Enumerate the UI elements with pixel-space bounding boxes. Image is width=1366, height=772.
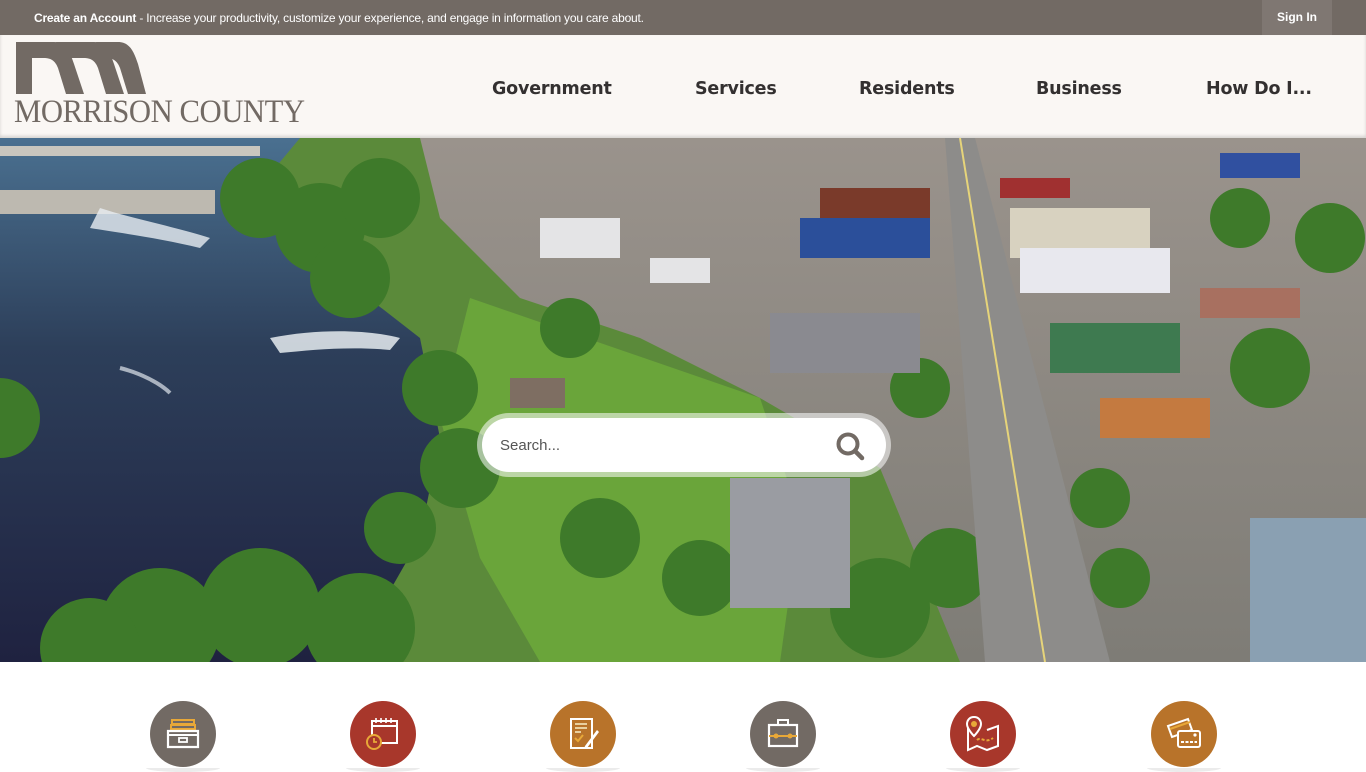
quick-link-records[interactable] — [146, 701, 220, 772]
quick-link-maps[interactable] — [946, 701, 1020, 772]
nav-how-do-i[interactable]: How Do I... — [1206, 79, 1312, 99]
main-navigation: Government Services Residents Business H… — [0, 35, 1366, 138]
search-container — [477, 413, 891, 477]
document-sign-icon — [570, 718, 599, 749]
search-button[interactable] — [834, 430, 866, 462]
briefcase-icon — [767, 719, 799, 748]
quick-link-jobs[interactable] — [746, 701, 820, 772]
quick-link-payments[interactable] — [1147, 701, 1221, 772]
create-account-description: - Increase your productivity, customize … — [136, 11, 644, 25]
sign-in-button[interactable]: Sign In — [1262, 0, 1332, 35]
create-account-promo[interactable]: Create an Account - Increase your produc… — [34, 11, 644, 25]
quick-link-forms[interactable] — [546, 701, 620, 772]
nav-government[interactable]: Government — [492, 79, 612, 99]
aerial-town-photo — [0, 138, 1366, 662]
map-pin-icon — [965, 715, 999, 752]
nav-business[interactable]: Business — [1036, 79, 1122, 99]
quick-links — [0, 662, 1366, 772]
nav-services[interactable]: Services — [695, 79, 777, 99]
nav-residents[interactable]: Residents — [859, 79, 955, 99]
payment-cards-icon — [1166, 717, 1201, 748]
calendar-clock-icon — [366, 718, 398, 750]
search-icon — [836, 432, 865, 461]
search-box — [482, 418, 886, 472]
site-search-input[interactable] — [500, 432, 820, 458]
quick-link-calendar[interactable] — [346, 701, 420, 772]
file-cabinet-icon — [166, 719, 200, 749]
create-account-link[interactable]: Create an Account — [34, 11, 136, 25]
account-bar: Create an Account - Increase your produc… — [0, 0, 1366, 35]
hero-banner — [0, 138, 1366, 662]
